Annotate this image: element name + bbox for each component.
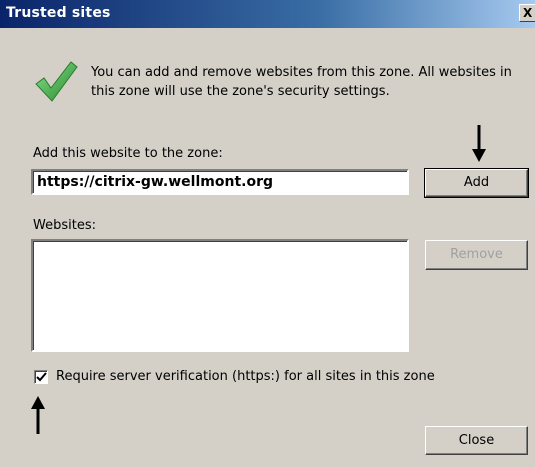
arrow-up-icon	[31, 396, 45, 434]
trusted-sites-dialog: Trusted sites X You can add and remove w…	[0, 0, 535, 467]
require-https-label: Require server verification (https:) for…	[56, 369, 435, 384]
window-title: Trusted sites	[6, 5, 111, 21]
close-window-icon[interactable]: X	[519, 4, 535, 22]
checkbox-check-icon	[36, 372, 47, 382]
add-website-label: Add this website to the zone:	[33, 146, 223, 161]
title-bar: Trusted sites X	[0, 0, 535, 28]
add-button[interactable]: Add	[424, 168, 529, 198]
arrow-down-icon	[472, 125, 486, 162]
websites-list[interactable]	[31, 239, 409, 352]
zone-info-text: You can add and remove websites from thi…	[91, 65, 512, 99]
checkmark-icon	[35, 61, 78, 102]
close-button[interactable]: Close	[425, 426, 528, 455]
require-https-checkbox[interactable]	[34, 370, 48, 384]
remove-button[interactable]: Remove	[425, 240, 528, 270]
websites-label: Websites:	[33, 218, 96, 233]
website-url-input[interactable]: https://citrix-gw.wellmont.org	[31, 169, 409, 195]
